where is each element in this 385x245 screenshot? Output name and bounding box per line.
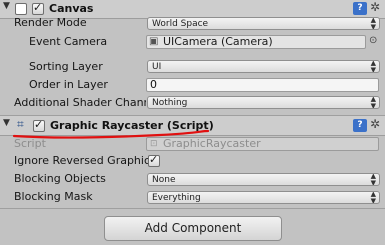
script-label: Script: [14, 137, 46, 150]
help-icon[interactable]: ?: [353, 119, 367, 132]
dropdown-arrows-icon: ▲ ▼: [370, 96, 376, 109]
raycaster-component-icon: ⌗: [17, 117, 24, 131]
sorting-layer-label: Sorting Layer: [29, 60, 103, 73]
script-field: ⊡ GraphicRaycaster: [146, 137, 379, 151]
canvas-icon-box: [15, 3, 27, 15]
event-camera-value: UICamera (Camera): [163, 35, 273, 48]
order-in-layer-input[interactable]: 0: [146, 78, 379, 92]
script-value: GraphicRaycaster: [163, 137, 261, 150]
help-icon[interactable]: ?: [353, 2, 367, 15]
camera-icon: ▣: [149, 36, 159, 47]
blocking-mask-value: Everything: [152, 193, 201, 203]
gear-icon[interactable]: ✲: [370, 0, 380, 14]
render-mode-label: Render Mode: [14, 16, 87, 29]
sorting-layer-dropdown[interactable]: UI ▲ ▼: [147, 60, 380, 73]
canvas-title: Canvas: [49, 2, 94, 15]
blocking-mask-label: Blocking Mask: [14, 190, 93, 203]
shader-channels-dropdown[interactable]: Nothing ▲ ▼: [147, 96, 380, 109]
raycaster-title: Graphic Raycaster (Script): [50, 119, 214, 132]
dropdown-arrows-icon: ▲ ▼: [370, 173, 376, 186]
blocking-objects-label: Blocking Objects: [14, 172, 106, 185]
checkmark-icon: ✓: [149, 153, 159, 166]
gear-icon[interactable]: ✲: [370, 117, 380, 131]
blocking-mask-dropdown[interactable]: Everything ▲ ▼: [147, 191, 380, 204]
ignore-reversed-checkbox[interactable]: ✓: [148, 153, 160, 167]
render-mode-value: World Space: [152, 19, 209, 29]
raycaster-enabled-checkbox[interactable]: ✓: [33, 118, 45, 132]
object-picker-icon[interactable]: ⊙: [369, 35, 377, 46]
raycaster-header: ▼ ⌗ ✓ Graphic Raycaster (Script) ? ✲: [0, 116, 385, 136]
render-mode-dropdown[interactable]: World Space ▲ ▼: [147, 17, 380, 30]
shader-channels-label: Additional Shader Chann: [14, 96, 146, 109]
sorting-layer-value: UI: [152, 62, 162, 72]
foldout-arrow-icon[interactable]: ▼: [3, 1, 10, 11]
add-component-button[interactable]: Add Component: [104, 216, 282, 241]
event-camera-field[interactable]: ▣ UICamera (Camera): [146, 35, 366, 49]
ignore-reversed-label: Ignore Reversed Graphic: [14, 154, 151, 167]
canvas-enabled-checkbox[interactable]: ✓: [32, 1, 44, 15]
checkmark-icon: ✓: [33, 1, 43, 14]
dropdown-arrows-icon: ▲ ▼: [370, 17, 376, 30]
dropdown-arrows-icon: ▲ ▼: [370, 191, 376, 204]
shader-channels-value: Nothing: [152, 98, 188, 108]
order-in-layer-label: Order in Layer: [29, 78, 108, 91]
footer-divider: [0, 208, 385, 209]
foldout-arrow-icon[interactable]: ▼: [3, 118, 10, 128]
event-camera-label: Event Camera: [29, 35, 108, 48]
dropdown-arrows-icon: ▲ ▼: [370, 60, 376, 73]
checkmark-icon: ✓: [34, 118, 44, 131]
script-icon: ⊡: [150, 139, 158, 149]
blocking-objects-dropdown[interactable]: None ▲ ▼: [147, 173, 380, 186]
blocking-objects-value: None: [152, 175, 176, 185]
